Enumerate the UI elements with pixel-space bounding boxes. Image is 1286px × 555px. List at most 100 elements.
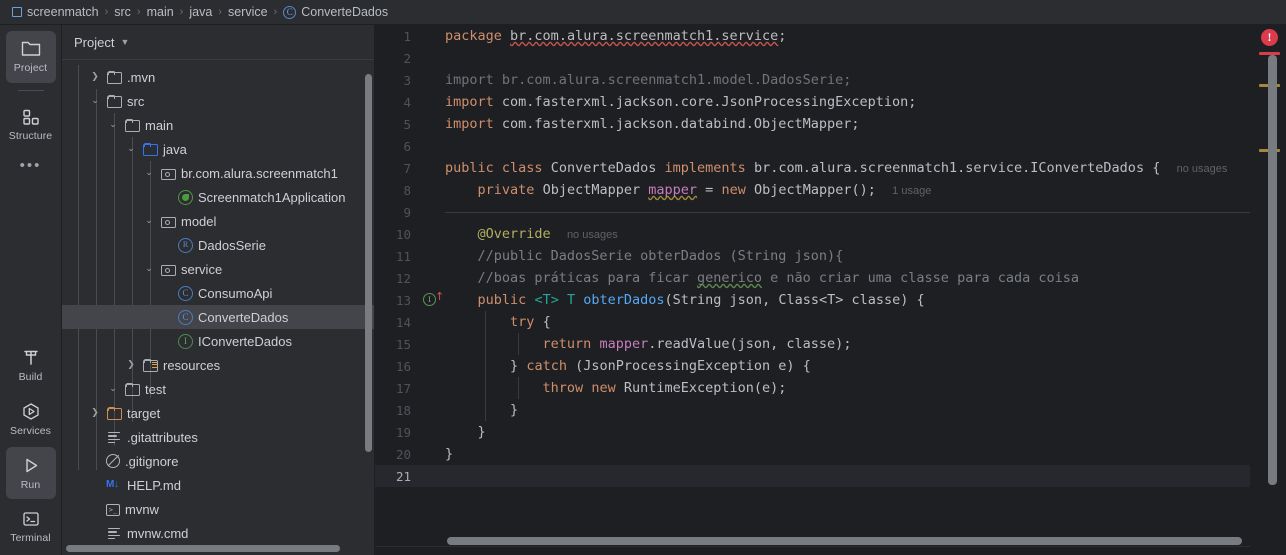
- tree-item--mvn[interactable]: ❯ .mvn: [62, 65, 374, 89]
- chevron-down-icon[interactable]: ⌄: [142, 264, 156, 274]
- code-line[interactable]: 9: [375, 201, 1250, 223]
- code-line[interactable]: 18 }: [375, 399, 1250, 421]
- line-number: 9: [403, 204, 411, 220]
- tree-item-mvnw-cmd[interactable]: mvnw.cmd: [62, 521, 374, 545]
- tree-item-test[interactable]: ⌄ test: [62, 377, 374, 401]
- gutter-cell[interactable]: [417, 91, 445, 113]
- tool-button-run[interactable]: Run: [5, 447, 56, 499]
- tree-item-dadosserie[interactable]: R DadosSerie: [62, 233, 374, 257]
- gutter-cell[interactable]: [417, 179, 445, 201]
- chevron-right-icon[interactable]: ❯: [88, 408, 102, 418]
- tree-item-target[interactable]: ❯ target: [62, 401, 374, 425]
- code-line[interactable]: 5 import com.fasterxml.jackson.databind.…: [375, 113, 1250, 135]
- tool-button-project[interactable]: Project: [5, 31, 56, 83]
- tree-item-consumoapi[interactable]: C ConsumoApi: [62, 281, 374, 305]
- tree-item-main[interactable]: ⌄ main: [62, 113, 374, 137]
- spring-boot-class-icon: [178, 189, 193, 205]
- code-line[interactable]: 6: [375, 135, 1250, 157]
- error-badge-icon[interactable]: !: [1261, 29, 1278, 46]
- editor-marker-gutter[interactable]: !: [1250, 25, 1286, 555]
- folder-icon: [106, 93, 122, 109]
- tree-item-br-com-alura-screenmatch1[interactable]: ⌄ br.com.alura.screenmatch1: [62, 161, 374, 185]
- code-line[interactable]: 1 package br.com.alura.screenmatch1.serv…: [375, 25, 1250, 47]
- gutter-cell[interactable]: [417, 399, 445, 421]
- gutter-cell[interactable]: [417, 223, 445, 245]
- code-line[interactable]: 14 try {: [375, 311, 1250, 333]
- editor-horizontal-scrollbar[interactable]: [447, 537, 1242, 545]
- gutter-cell[interactable]: [417, 311, 445, 333]
- tree-item-src[interactable]: ⌄ src: [62, 89, 374, 113]
- code-line[interactable]: 11 //public DadosSerie obterDados (Strin…: [375, 245, 1250, 267]
- chevron-down-icon[interactable]: ⌄: [106, 384, 120, 394]
- code-line[interactable]: 16 } catch (JsonProcessingException e) {: [375, 355, 1250, 377]
- chevron-right-icon[interactable]: ❯: [88, 72, 102, 82]
- breadcrumb-item-convertedados[interactable]: C ConverteDados: [279, 5, 392, 19]
- gutter-cell[interactable]: I ↑: [417, 289, 445, 311]
- editor-vertical-scrollbar[interactable]: [1268, 55, 1277, 485]
- gutter-cell[interactable]: [417, 25, 445, 47]
- project-panel-header[interactable]: Project ▼: [62, 25, 374, 59]
- tree-item-label: DadosSerie: [198, 237, 266, 253]
- code-editor[interactable]: 1 package br.com.alura.screenmatch1.serv…: [375, 25, 1286, 555]
- gutter-cell[interactable]: [417, 69, 445, 91]
- chevron-down-icon[interactable]: ▼: [120, 37, 129, 47]
- chevron-right-icon[interactable]: ❯: [124, 360, 138, 370]
- project-tree-vertical-scrollbar[interactable]: [365, 74, 372, 452]
- gutter-cell[interactable]: [417, 135, 445, 157]
- tool-strip-more-button[interactable]: •••: [20, 153, 42, 177]
- breadcrumb-item-java[interactable]: java: [185, 5, 216, 19]
- breadcrumb-item-screenmatch[interactable]: screenmatch: [8, 5, 103, 19]
- code-line[interactable]: 4 import com.fasterxml.jackson.core.Json…: [375, 91, 1250, 113]
- breadcrumb-item-main[interactable]: main: [143, 5, 178, 19]
- gutter-cell[interactable]: [417, 355, 445, 377]
- code-line[interactable]: 15 return mapper.readValue(json, classe)…: [375, 333, 1250, 355]
- gutter-cell[interactable]: [417, 157, 445, 179]
- chevron-down-icon[interactable]: ⌄: [106, 120, 120, 130]
- chevron-down-icon[interactable]: ⌄: [124, 144, 138, 154]
- tree-item-model[interactable]: ⌄ model: [62, 209, 374, 233]
- code-line-current[interactable]: 21: [375, 465, 1250, 487]
- breadcrumb-separator: ›: [218, 6, 222, 18]
- gutter-cell[interactable]: [417, 465, 445, 487]
- gutter-cell[interactable]: [417, 245, 445, 267]
- code-line[interactable]: 20 }: [375, 443, 1250, 465]
- chevron-down-icon[interactable]: ⌄: [142, 216, 156, 226]
- gutter-cell[interactable]: [417, 113, 445, 135]
- tool-button-structure[interactable]: Structure: [6, 99, 56, 151]
- gutter-cell[interactable]: [417, 421, 445, 443]
- gutter-cell[interactable]: [417, 333, 445, 355]
- tree-item-help-md[interactable]: M↓ HELP.md: [62, 473, 374, 497]
- chevron-down-icon[interactable]: ⌄: [88, 96, 102, 106]
- tree-item-java[interactable]: ⌄ java: [62, 137, 374, 161]
- tree-item-service[interactable]: ⌄ service: [62, 257, 374, 281]
- tree-item-mvnw[interactable]: >_ mvnw: [62, 497, 374, 521]
- code-line[interactable]: 12 //boas práticas para ficar generico e…: [375, 267, 1250, 289]
- code-line[interactable]: 17 throw new RuntimeException(e);: [375, 377, 1250, 399]
- tool-button-build[interactable]: Build: [6, 339, 56, 391]
- gutter-cell[interactable]: [417, 201, 445, 223]
- project-tree-horizontal-scrollbar[interactable]: [66, 545, 340, 552]
- tree-item--gitignore[interactable]: .gitignore: [62, 449, 374, 473]
- tree-item-convertedados[interactable]: C ConverteDados: [62, 305, 374, 329]
- code-line[interactable]: 10 @Override no usages: [375, 223, 1250, 245]
- code-line[interactable]: 3 import br.com.alura.screenmatch1.model…: [375, 69, 1250, 91]
- gutter-cell[interactable]: [417, 377, 445, 399]
- gutter-cell[interactable]: [417, 267, 445, 289]
- gutter-cell[interactable]: [417, 47, 445, 69]
- tree-item-screenmatch1application[interactable]: Screenmatch1Application: [62, 185, 374, 209]
- breadcrumb-item-service[interactable]: service: [224, 5, 272, 19]
- code-line[interactable]: 8 private ObjectMapper mapper = new Obje…: [375, 179, 1250, 201]
- code-line[interactable]: 19 }: [375, 421, 1250, 443]
- tree-item-iconvertedados[interactable]: I IConverteDados: [62, 329, 374, 353]
- tree-item-resources[interactable]: ❯ resources: [62, 353, 374, 377]
- tree-item--gitattributes[interactable]: .gitattributes: [62, 425, 374, 449]
- folder-icon: [124, 381, 140, 397]
- code-line[interactable]: 13 I ↑ public <T> T obterDados(String js…: [375, 289, 1250, 311]
- code-line[interactable]: 2: [375, 47, 1250, 69]
- code-line[interactable]: 7 public class ConverteDados implements …: [375, 157, 1250, 179]
- tool-button-terminal[interactable]: Terminal: [6, 501, 56, 553]
- gutter-cell[interactable]: [417, 443, 445, 465]
- breadcrumb-item-src[interactable]: src: [110, 5, 135, 19]
- tool-button-services[interactable]: Services: [6, 393, 56, 445]
- chevron-down-icon[interactable]: ⌄: [142, 168, 156, 178]
